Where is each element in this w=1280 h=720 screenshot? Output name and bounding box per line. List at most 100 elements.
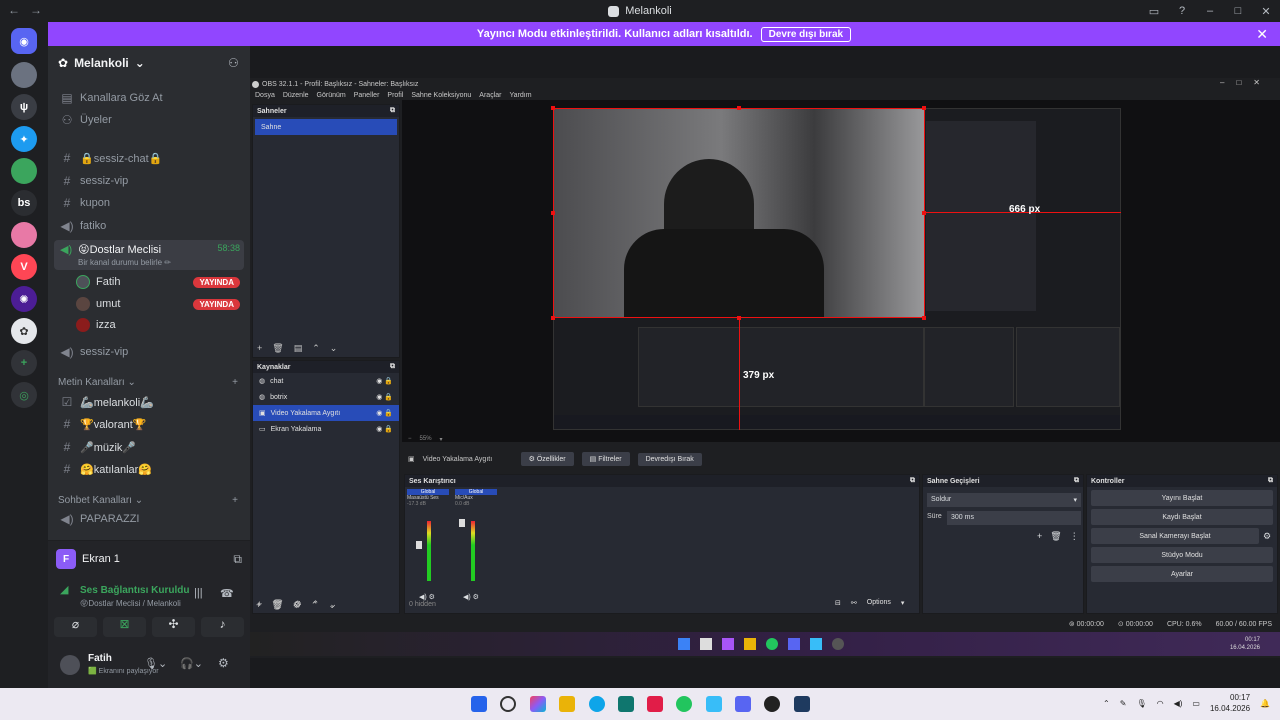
voice-user[interactable]: izza <box>76 318 240 332</box>
add-icon[interactable]: + <box>256 600 261 611</box>
source-item[interactable]: ▭ Ekran Yakalama ◉ 🔒 <box>253 421 399 437</box>
trash-icon[interactable]: 🗑 <box>271 600 282 611</box>
trash-icon[interactable]: 🗑 <box>272 343 283 354</box>
nav-arrows[interactable]: ←→ <box>8 3 52 17</box>
up-icon[interactable]: ⌃ <box>312 343 320 354</box>
visibility-lock-icons[interactable]: ◉ 🔒 <box>376 377 399 385</box>
down-icon[interactable]: ⌄ <box>330 343 338 354</box>
maximize-button[interactable]: □ <box>1224 5 1252 17</box>
notification-icon[interactable]: 🔔 <box>1260 699 1270 708</box>
inbox-icon[interactable]: ▭ <box>1140 5 1168 18</box>
channel-status[interactable]: Bir kanal durumu belirle ✏ <box>78 258 171 267</box>
resize-handle[interactable] <box>551 211 555 215</box>
close-button[interactable]: ✕ <box>1252 5 1280 18</box>
pen-icon[interactable]: ✎ <box>1120 699 1127 708</box>
gear-icon[interactable]: ⚙ <box>1263 531 1271 542</box>
trash-icon[interactable]: 🗑 <box>1050 531 1061 542</box>
volume-slider-handle[interactable] <box>459 519 465 527</box>
channel-item[interactable]: # 🏆valorant🏆 <box>58 414 244 434</box>
transition-select[interactable]: Soldur ▾ <box>927 493 1081 507</box>
mixer-controls-icons[interactable]: ◀) ⚙ <box>419 593 435 601</box>
visibility-lock-icons[interactable]: ◉ 🔒 <box>376 425 399 433</box>
resize-handle[interactable] <box>922 106 926 110</box>
voice-user[interactable]: Fatih YAYINDA <box>76 275 240 289</box>
visibility-lock-icons[interactable]: ◉ 🔒 <box>376 393 399 401</box>
volume-icon[interactable]: ◀) <box>1174 699 1183 708</box>
invite-icon[interactable]: ⚇ <box>228 56 239 70</box>
add-channel-icon[interactable]: + <box>232 495 238 506</box>
file-explorer-icon[interactable] <box>559 696 575 712</box>
connection-status[interactable]: Ses Bağlantısı Kuruldu <box>80 585 189 596</box>
server-icon[interactable]: ✺ <box>11 286 37 312</box>
more-icon[interactable]: ⋮ <box>1070 531 1079 542</box>
edge-icon[interactable] <box>589 696 605 712</box>
settings-gear-icon[interactable]: ⚙ <box>218 656 229 670</box>
video-capture-source[interactable] <box>553 108 925 318</box>
dock-float-icon[interactable]: ⧉ <box>910 477 915 485</box>
server-icon[interactable]: ✿ <box>11 318 37 344</box>
microphone-icon[interactable]: 🎙 <box>1136 699 1146 708</box>
members-link[interactable]: ⚇ Üyeler <box>58 110 244 130</box>
add-icon[interactable]: + <box>257 343 262 354</box>
filter-icon[interactable]: ▤ <box>294 343 303 354</box>
zoom-in-icon[interactable]: ▾ <box>440 436 443 443</box>
disconnect-icon[interactable]: ☎ <box>220 587 234 600</box>
start-virtual-camera-button[interactable]: Sanal Kamerayı Başlat <box>1091 528 1259 544</box>
gear-icon[interactable]: ⚙ <box>293 600 301 611</box>
mixer-options-button[interactable]: Options <box>867 599 891 607</box>
active-voice-channel[interactable]: ◀) 😝Dostlar Meclisi 58:38 Bir kanal durum… <box>54 240 244 270</box>
studio-mode-button[interactable]: Stüdyo Modu <box>1091 547 1273 563</box>
scene-item[interactable]: Sahne <box>255 119 397 135</box>
help-icon[interactable]: ? <box>1168 5 1196 17</box>
store-icon[interactable] <box>618 696 634 712</box>
activities-icon[interactable]: ✣ <box>152 617 195 637</box>
volume-slider-handle[interactable] <box>416 541 422 549</box>
properties-button[interactable]: ⚙ Özellikler <box>520 452 574 466</box>
stop-stream-icon[interactable]: ⊠ <box>103 617 146 637</box>
channel-item[interactable]: ☑ 🦾melankoli🦾 <box>58 392 244 412</box>
visibility-lock-icons[interactable]: ◉ 🔒 <box>376 409 399 417</box>
discord-home-icon[interactable]: ◉ <box>11 28 37 54</box>
up-icon[interactable]: ⌃ <box>311 600 319 611</box>
obs-icon[interactable] <box>764 696 780 712</box>
battery-icon[interactable]: ▭ <box>1192 699 1200 708</box>
network-icon[interactable]: ◠ <box>1157 699 1164 708</box>
search-icon[interactable] <box>500 696 516 712</box>
chat-category[interactable]: Sohbet Kanalları ⌄ + <box>58 495 238 506</box>
source-item[interactable]: ◍ botrix ◉ 🔒 <box>253 389 399 405</box>
add-icon[interactable]: + <box>1037 531 1042 542</box>
resize-handle[interactable] <box>551 106 555 110</box>
voice-user[interactable]: umut YAYINDA <box>76 297 240 311</box>
discover-icon[interactable]: ◎ <box>11 382 37 408</box>
dock-float-icon[interactable]: ⧉ <box>1074 477 1079 485</box>
server-icon[interactable] <box>11 62 37 88</box>
menu-item[interactable]: Görünüm <box>317 92 346 104</box>
banner-close-icon[interactable]: ✕ <box>1256 26 1268 43</box>
obs-window-controls[interactable]: –□✕ <box>1220 78 1272 87</box>
clock[interactable]: 00:17 16.04.2026 <box>1210 692 1250 714</box>
source-item[interactable]: ◍ chat ◉ 🔒 <box>253 373 399 389</box>
menu-item[interactable]: Paneller <box>354 92 380 104</box>
voice-channel-item[interactable]: ◀) fatiko <box>58 216 244 236</box>
channel-item[interactable]: # 🎤müzik🎤 <box>58 437 244 457</box>
channel-item[interactable]: # kupon <box>58 193 244 213</box>
soundboard-icon[interactable]: ♪ <box>201 617 244 637</box>
channel-item[interactable]: # sessiz-vip <box>58 171 244 191</box>
server-icon[interactable]: ψ <box>11 94 37 120</box>
dock-float-icon[interactable]: ⧉ <box>390 363 395 371</box>
channel-item[interactable]: # 🔒sessiz-chat🔒 <box>58 148 244 168</box>
camera-off-icon[interactable]: ⌀ <box>54 617 97 637</box>
popout-icon[interactable]: ⧉ <box>233 552 242 567</box>
resize-handle[interactable] <box>922 316 926 320</box>
menu-item[interactable]: Dosya <box>255 92 275 104</box>
minimize-button[interactable]: – <box>1196 5 1224 17</box>
down-icon[interactable]: ⌄ <box>328 600 336 611</box>
bs-server-icon[interactable]: bs <box>11 190 37 216</box>
deactivate-button[interactable]: Devredışı Bırak <box>637 452 702 466</box>
tray-chevron-icon[interactable]: ⌃ <box>1103 699 1110 708</box>
microphone-icon[interactable]: 🎙⌄ <box>144 657 167 670</box>
add-channel-icon[interactable]: + <box>232 377 238 388</box>
filters-button[interactable]: ▤ Filtreler <box>581 452 630 466</box>
valorant-server-icon[interactable]: V <box>11 254 37 280</box>
start-streaming-button[interactable]: Yayını Başlat <box>1091 490 1273 506</box>
